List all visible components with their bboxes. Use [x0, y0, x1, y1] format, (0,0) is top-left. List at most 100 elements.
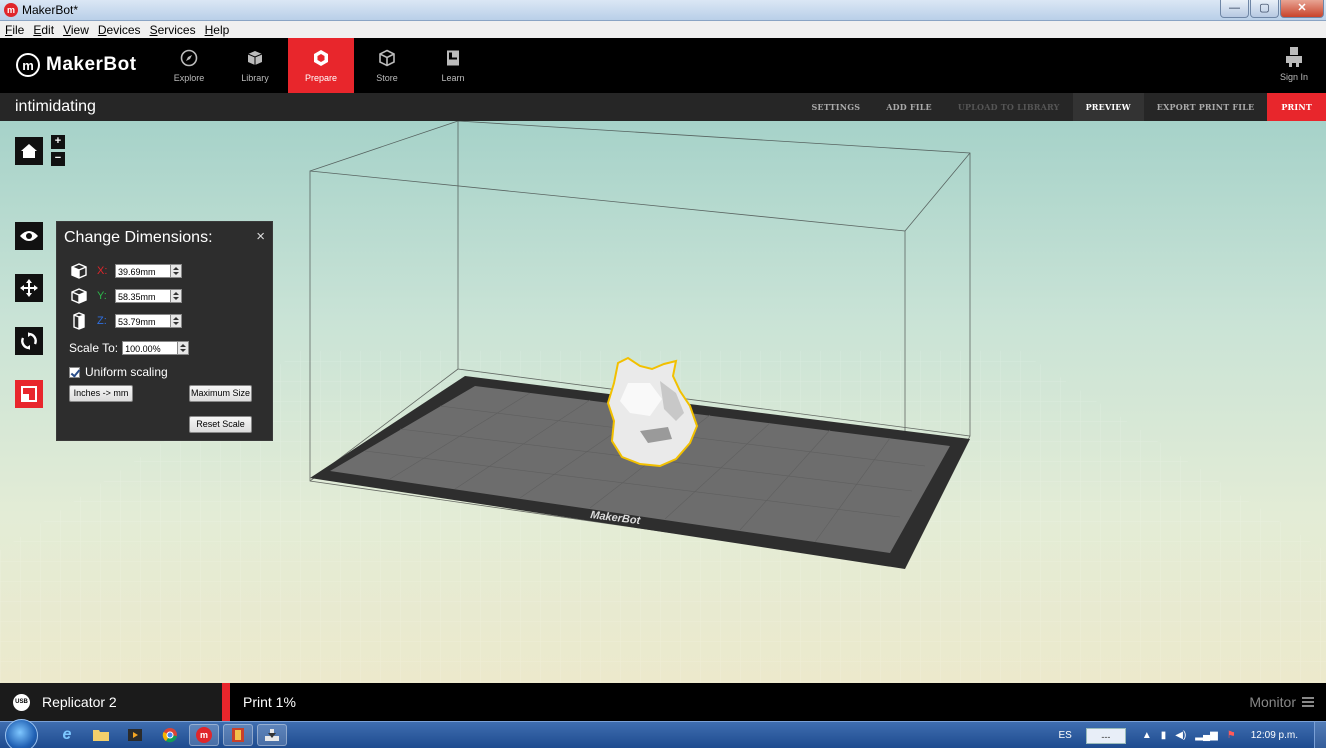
y-dimension-spinner[interactable] [171, 289, 182, 303]
x-dimension-spinner[interactable] [171, 264, 182, 278]
upload-to-library-button[interactable]: UPLOAD TO LIBRARY [945, 93, 1073, 121]
prepare-icon [314, 49, 328, 66]
show-desktop-button[interactable] [1314, 722, 1326, 748]
media-player-icon[interactable] [120, 724, 150, 746]
hamburger-menu-icon [1302, 697, 1314, 707]
volume-icon[interactable]: ◀) [1175, 730, 1186, 741]
network-icon[interactable]: ▂▄▆ [1195, 730, 1217, 741]
move-arrows-icon [20, 279, 38, 297]
y-dimension-input[interactable]: 58.35mm [115, 289, 171, 303]
nav-prepare[interactable]: Prepare [288, 38, 354, 93]
add-file-button[interactable]: ADD FILE [873, 93, 945, 121]
language-indicator[interactable]: ES [1059, 730, 1072, 741]
makerbot-logo[interactable]: m MakerBot [16, 53, 137, 77]
scale-to-row: Scale To: 100.00% [69, 341, 190, 355]
file-explorer-icon[interactable] [86, 724, 116, 746]
play-icon [128, 729, 142, 741]
folder-icon [93, 730, 109, 741]
ime-indicator[interactable]: --- [1085, 727, 1126, 744]
preview-button[interactable]: PREVIEW [1072, 93, 1144, 121]
brand-name: MakerBot [46, 54, 137, 75]
minimize-button[interactable]: — [1220, 0, 1249, 18]
compass-icon [180, 49, 198, 66]
store-cube-icon [379, 49, 395, 66]
uniform-scaling-option: Uniform scaling [69, 365, 168, 379]
move-tool-button[interactable] [15, 274, 43, 302]
download-app-icon[interactable] [257, 724, 287, 746]
print-status-text: Print 1% [243, 694, 296, 710]
scale-to-label: Scale To: [69, 341, 119, 355]
zoom-out-button[interactable]: − [51, 152, 65, 166]
nav-learn[interactable]: Learn [420, 38, 486, 93]
monitor-label: Monitor [1249, 694, 1296, 710]
maximize-button[interactable]: ▢ [1250, 0, 1279, 18]
inches-to-mm-button[interactable]: Inches -> mm [69, 385, 133, 402]
view-tool-button[interactable] [15, 222, 43, 250]
menu-help[interactable]: Help [205, 23, 230, 37]
nav-store-label: Store [376, 72, 398, 83]
scale-to-spinner[interactable] [178, 341, 190, 355]
makerbot-logo-icon: m [16, 53, 40, 77]
menu-edit[interactable]: Edit [33, 23, 54, 37]
zoom-in-button[interactable]: + [51, 135, 65, 149]
panel-close-button[interactable]: × [256, 228, 265, 245]
system-clock[interactable]: 12:09 p.m. [1251, 730, 1298, 741]
archive-icon [232, 728, 244, 742]
scale-icon [21, 386, 37, 402]
home-view-button[interactable] [15, 137, 43, 165]
z-dimension-input[interactable]: 53.79mm [115, 314, 171, 328]
menu-bar: File Edit View Devices Services Help [0, 21, 1326, 38]
settings-button[interactable]: SETTINGS [798, 93, 873, 121]
uniform-scaling-checkbox[interactable] [69, 366, 80, 378]
nav-library[interactable]: Library [222, 38, 288, 93]
eye-icon [20, 231, 38, 241]
z-dimension-spinner[interactable] [171, 314, 182, 328]
rotate-tool-button[interactable] [15, 327, 43, 355]
action-center-icon[interactable]: ⚑ [1227, 730, 1236, 741]
x-dimension-input[interactable]: 39.69mm [115, 264, 171, 278]
reset-scale-button[interactable]: Reset Scale [189, 416, 252, 433]
menu-file[interactable]: File [5, 23, 24, 37]
sign-in-label: Sign In [1279, 72, 1308, 82]
download-tray-icon [265, 729, 279, 741]
rotate-icon [21, 332, 37, 350]
export-print-file-button[interactable]: EXPORT PRINT FILE [1144, 93, 1268, 121]
device-name[interactable]: Replicator 2 [42, 694, 117, 710]
project-file-name: intimidating [15, 98, 96, 115]
app-header: m MakerBot Explore Library Prepare Store… [0, 38, 1326, 93]
monitor-button[interactable]: Monitor [1249, 694, 1314, 710]
makerbot-mini-icon: m [196, 727, 212, 743]
nav-library-label: Library [241, 72, 269, 83]
menu-services[interactable]: Services [150, 23, 196, 37]
makerbot-taskbar-icon[interactable]: m [189, 724, 219, 746]
uniform-scaling-label: Uniform scaling [85, 365, 168, 379]
show-hidden-icons-icon[interactable]: ▲ [1142, 730, 1152, 741]
sign-in-button[interactable]: Sign In [1280, 46, 1308, 82]
menu-devices[interactable]: Devices [98, 23, 141, 37]
system-tray: ES --- ▲ ▮ ◀) ▂▄▆ ⚑ 12:09 p.m. [1059, 722, 1326, 748]
archive-app-icon[interactable] [223, 724, 253, 746]
project-actions: SETTINGS ADD FILE UPLOAD TO LIBRARY PREV… [798, 93, 1326, 121]
y-axis-label: Y: [97, 290, 107, 302]
chrome-icon[interactable] [155, 724, 185, 746]
usb-icon: USB [13, 694, 30, 711]
window-title-bar: m MakerBot* — ▢ ✕ [0, 0, 1326, 21]
battery-icon[interactable]: ▮ [1161, 730, 1167, 741]
internet-explorer-icon[interactable]: e [52, 724, 82, 746]
scale-tool-button[interactable] [15, 380, 43, 408]
dimension-x-row: X: 39.69mm [69, 262, 182, 280]
print-status-indicator [222, 683, 230, 721]
scale-to-input[interactable]: 100.00% [122, 341, 179, 355]
menu-view[interactable]: View [63, 23, 89, 37]
print-button[interactable]: PRINT [1267, 93, 1326, 121]
maximum-size-button[interactable]: Maximum Size [189, 385, 252, 402]
start-button[interactable] [5, 719, 38, 748]
nav-store[interactable]: Store [354, 38, 420, 93]
nav-explore-label: Explore [173, 72, 205, 83]
nav-explore[interactable]: Explore [156, 38, 222, 93]
build-viewport[interactable]: MakerBot + − Change Dimensions: × X: 39.… [0, 121, 1326, 683]
dimension-z-row: Z: 53.79mm [69, 312, 182, 330]
close-window-button[interactable]: ✕ [1280, 0, 1324, 18]
status-bar: USB Replicator 2 Print 1% Monitor [0, 683, 1326, 721]
cube-x-icon [71, 263, 87, 279]
